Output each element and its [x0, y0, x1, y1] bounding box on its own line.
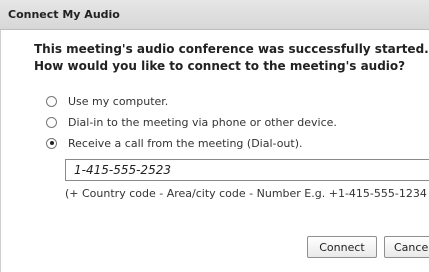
phone-number-input[interactable] [65, 159, 429, 181]
radio-dial-in[interactable] [46, 116, 57, 128]
intro-text: This meeting's audio conference was succ… [34, 41, 429, 75]
dialog-title: Connect My Audio [8, 8, 120, 21]
intro-line-1: This meeting's audio conference was succ… [34, 42, 429, 56]
intro-line-2: How would you like to connect to the mee… [34, 59, 406, 73]
option-label: Dial-in to the meeting via phone or othe… [68, 115, 337, 129]
option-label: Receive a call from the meeting (Dial-ou… [68, 136, 303, 150]
phone-format-hint: (+ Country code - Area/city code - Numbe… [65, 187, 427, 200]
dialog-titlebar[interactable]: Connect My Audio [0, 0, 429, 30]
option-dial-out[interactable]: Receive a call from the meeting (Dial-ou… [46, 135, 303, 151]
option-label: Use my computer. [68, 94, 169, 108]
cancel-button[interactable]: Cancel [384, 236, 429, 258]
dialog-left-border [0, 30, 1, 272]
radio-use-computer[interactable] [46, 95, 57, 107]
connect-button[interactable]: Connect [307, 236, 377, 258]
option-dial-in[interactable]: Dial-in to the meeting via phone or othe… [46, 114, 337, 130]
option-use-computer[interactable]: Use my computer. [46, 93, 168, 109]
radio-dial-out[interactable] [46, 137, 57, 149]
